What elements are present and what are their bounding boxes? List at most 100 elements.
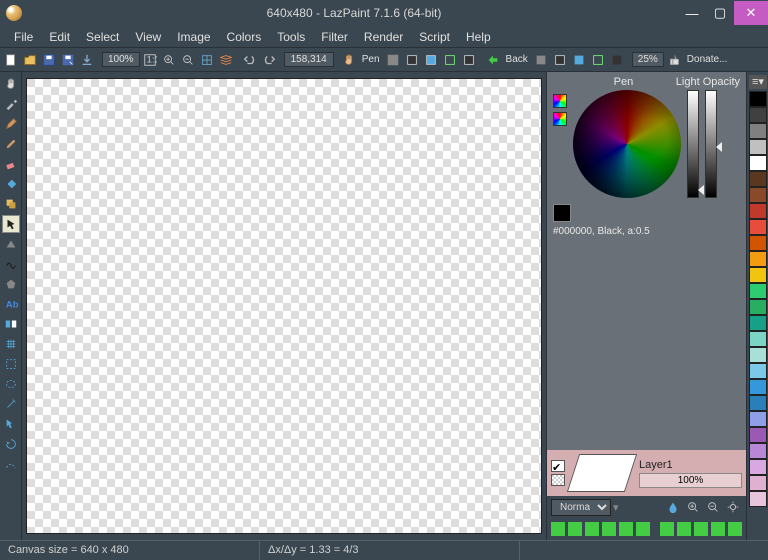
menu-colors[interactable]: Colors xyxy=(219,27,270,47)
download-button[interactable] xyxy=(78,51,96,69)
picker-tool[interactable] xyxy=(2,95,20,113)
close-button[interactable]: ✕ xyxy=(734,1,768,25)
minimize-button[interactable]: — xyxy=(678,1,706,25)
menu-help[interactable]: Help xyxy=(458,27,499,47)
select-pen-tool[interactable] xyxy=(2,455,20,473)
swatch-18[interactable] xyxy=(749,379,767,395)
layer-name[interactable]: Layer1 xyxy=(639,459,742,471)
maximize-button[interactable]: ▢ xyxy=(706,1,734,25)
swatch-16[interactable] xyxy=(749,347,767,363)
grid-button[interactable] xyxy=(198,51,216,69)
back-shape-2[interactable] xyxy=(551,51,569,69)
swatch-20[interactable] xyxy=(749,411,767,427)
color-wheel[interactable] xyxy=(573,90,681,198)
back-shape-5[interactable] xyxy=(608,51,626,69)
brush-tool[interactable] xyxy=(2,135,20,153)
layer-del-button[interactable] xyxy=(619,522,633,536)
canvas[interactable] xyxy=(26,78,542,534)
menu-tools[interactable]: Tools xyxy=(269,27,313,47)
save-as-button[interactable] xyxy=(59,51,77,69)
menu-image[interactable]: Image xyxy=(169,27,218,47)
layer-misc-2[interactable] xyxy=(711,522,725,536)
menu-filter[interactable]: Filter xyxy=(313,27,356,47)
current-color-swatch[interactable] xyxy=(553,204,571,222)
swatch-23[interactable] xyxy=(749,459,767,475)
pen-shape-3[interactable] xyxy=(441,51,459,69)
layer-folder-button[interactable] xyxy=(568,522,582,536)
zoom-out-button[interactable] xyxy=(179,51,197,69)
layer-alpha-thumb[interactable] xyxy=(551,474,565,486)
swatch-5[interactable] xyxy=(749,171,767,187)
zoom-level[interactable]: 100% xyxy=(102,52,140,67)
swatch-9[interactable] xyxy=(749,235,767,251)
layer-visible-toggle[interactable]: ✔ xyxy=(551,460,565,472)
layer-dup-button[interactable] xyxy=(585,522,599,536)
pen-color-button[interactable] xyxy=(384,51,402,69)
pen-tool[interactable] xyxy=(2,115,20,133)
move-sel-tool[interactable] xyxy=(2,415,20,433)
swatch-11[interactable] xyxy=(749,267,767,283)
color-btn-2[interactable] xyxy=(553,112,567,126)
blend-mode-select[interactable]: Normal xyxy=(551,499,611,516)
back-shape-1[interactable] xyxy=(532,51,550,69)
pen-shape-4[interactable] xyxy=(460,51,478,69)
text-tool[interactable]: Ab xyxy=(2,295,20,313)
swatch-13[interactable] xyxy=(749,299,767,315)
new-file-button[interactable] xyxy=(2,51,20,69)
pen-shape-2[interactable] xyxy=(422,51,440,69)
back-shape-4[interactable] xyxy=(589,51,607,69)
lightness-slider[interactable] xyxy=(687,90,699,198)
clone-tool[interactable] xyxy=(2,195,20,213)
layers-button[interactable] xyxy=(217,51,235,69)
layer-up-button[interactable] xyxy=(660,522,674,536)
swatch-19[interactable] xyxy=(749,395,767,411)
swatch-15[interactable] xyxy=(749,331,767,347)
layer-down-button[interactable] xyxy=(677,522,691,536)
select-ellipse-tool[interactable] xyxy=(2,375,20,393)
swatch-12[interactable] xyxy=(749,283,767,299)
line-tool[interactable] xyxy=(2,255,20,273)
swatch-6[interactable] xyxy=(749,187,767,203)
redo-button[interactable] xyxy=(260,51,278,69)
swatch-1[interactable] xyxy=(749,107,767,123)
layer-settings-icon[interactable] xyxy=(724,498,742,516)
pointer-tool[interactable] xyxy=(2,215,20,233)
layer-rename-button[interactable] xyxy=(636,522,650,536)
deform-tool[interactable] xyxy=(2,335,20,353)
layer-merge-button[interactable] xyxy=(602,522,616,536)
menu-edit[interactable]: Edit xyxy=(41,27,78,47)
donate-label[interactable]: Donate... xyxy=(684,54,731,65)
opacity-value[interactable]: 25% xyxy=(632,52,664,67)
swatch-25[interactable] xyxy=(749,491,767,507)
zoom-fit-button[interactable]: 1:1 xyxy=(141,51,159,69)
polygon-tool[interactable] xyxy=(2,275,20,293)
swatch-menu-icon[interactable]: ≡▾ xyxy=(749,75,767,89)
opacity-slider[interactable] xyxy=(705,90,717,198)
pen-shape-1[interactable] xyxy=(403,51,421,69)
menu-script[interactable]: Script xyxy=(411,27,458,47)
swatch-10[interactable] xyxy=(749,251,767,267)
select-rect-tool[interactable] xyxy=(2,355,20,373)
hand-tool[interactable] xyxy=(2,75,20,93)
undo-button[interactable] xyxy=(241,51,259,69)
swatch-24[interactable] xyxy=(749,475,767,491)
layer-misc-1[interactable] xyxy=(694,522,708,536)
swatch-8[interactable] xyxy=(749,219,767,235)
hand-icon[interactable] xyxy=(340,51,358,69)
shape-tool[interactable] xyxy=(2,235,20,253)
menu-file[interactable]: File xyxy=(6,27,41,47)
layer-preview[interactable] xyxy=(567,454,637,492)
layer-misc-3[interactable] xyxy=(728,522,742,536)
swatch-7[interactable] xyxy=(749,203,767,219)
eraser-tool[interactable] xyxy=(2,155,20,173)
fill-tool[interactable] xyxy=(2,175,20,193)
save-button[interactable] xyxy=(40,51,58,69)
swatch-14[interactable] xyxy=(749,315,767,331)
layer-new-button[interactable] xyxy=(551,522,565,536)
swatch-21[interactable] xyxy=(749,427,767,443)
gradient-tool[interactable] xyxy=(2,315,20,333)
magic-wand-tool[interactable] xyxy=(2,395,20,413)
back-color-button[interactable] xyxy=(484,51,502,69)
layer-zoom-out-icon[interactable] xyxy=(704,498,722,516)
swatch-22[interactable] xyxy=(749,443,767,459)
